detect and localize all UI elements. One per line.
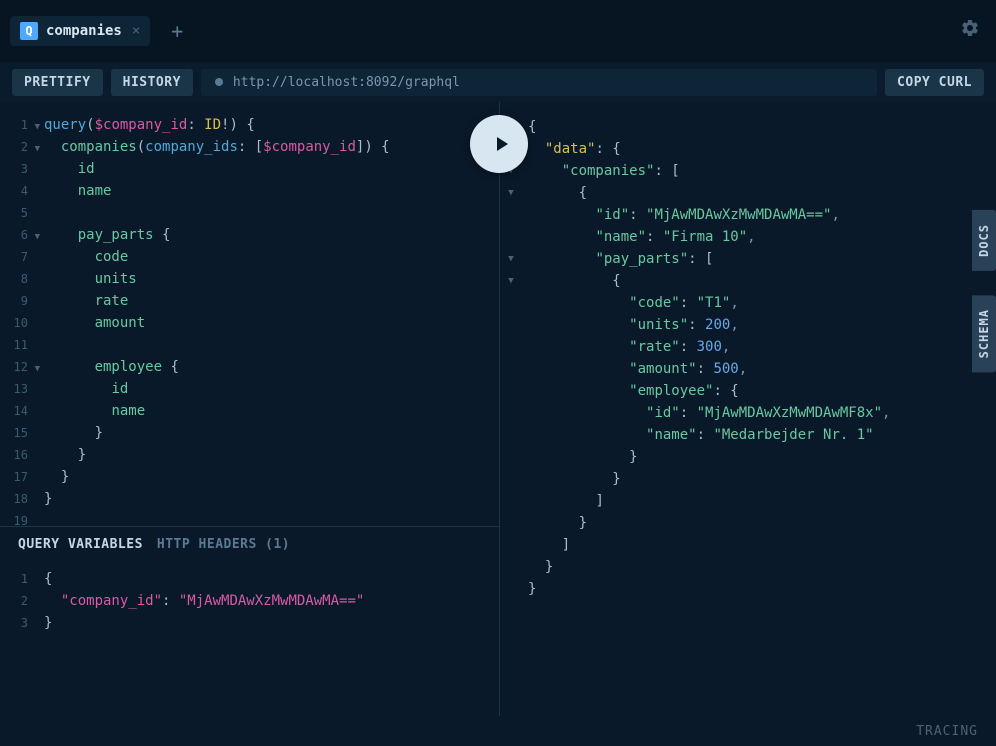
result-line: "code": "T1", xyxy=(504,292,996,314)
result-line: ▼ "companies": [ xyxy=(504,160,996,182)
result-line: "id": "MjAwMDAwXzMwMDAwMA==", xyxy=(504,204,996,226)
result-line: } xyxy=(504,512,996,534)
result-line: "employee": { xyxy=(504,380,996,402)
variables-editor[interactable]: 1{2 "company_id": "MjAwMDAwXzMwMDAwMA=="… xyxy=(0,562,499,640)
result-line: ▼ { xyxy=(504,270,996,292)
history-button[interactable]: HISTORY xyxy=(111,69,193,96)
code-line: 15 } xyxy=(0,422,499,444)
result-line: "rate": 300, xyxy=(504,336,996,358)
result-line: } xyxy=(504,578,996,600)
result-line: } xyxy=(504,446,996,468)
variables-tabs: QUERY VARIABLES HTTP HEADERS (1) xyxy=(0,527,499,562)
tab-companies[interactable]: Q companies × xyxy=(10,16,150,46)
code-line: 9 rate xyxy=(0,290,499,312)
play-icon xyxy=(489,132,513,156)
code-line: 2 "company_id": "MjAwMDAwXzMwMDAwMA==" xyxy=(0,590,499,612)
code-line: 4 name xyxy=(0,180,499,202)
result-line: } xyxy=(504,468,996,490)
code-line: 3} xyxy=(0,612,499,634)
prettify-button[interactable]: PRETTIFY xyxy=(12,69,103,96)
code-line: 8 units xyxy=(0,268,499,290)
result-line: "name": "Firma 10", xyxy=(504,226,996,248)
status-dot-icon xyxy=(215,78,223,86)
result-line: ▼{ xyxy=(504,116,996,138)
result-line: "units": 200, xyxy=(504,314,996,336)
code-line: 16 } xyxy=(0,444,499,466)
tab-title: companies xyxy=(46,23,122,39)
result-line: ▼ "data": { xyxy=(504,138,996,160)
left-pane: 1▼query($company_id: ID!) {2▼ companies(… xyxy=(0,102,500,716)
result-line: "amount": 500, xyxy=(504,358,996,380)
tracing-button[interactable]: TRACING xyxy=(916,724,978,739)
result-line: } xyxy=(504,556,996,578)
side-handles: DOCS SCHEMA xyxy=(972,210,996,372)
code-line: 7 code xyxy=(0,246,499,268)
code-line: 10 amount xyxy=(0,312,499,334)
code-line: 6▼ pay_parts { xyxy=(0,224,499,246)
code-line: 12▼ employee { xyxy=(0,356,499,378)
add-tab-button[interactable]: + xyxy=(162,16,192,46)
result-line: ▼ "pay_parts": [ xyxy=(504,248,996,270)
code-line: 17 } xyxy=(0,466,499,488)
code-line: 18} xyxy=(0,488,499,510)
tab-http-headers[interactable]: HTTP HEADERS (1) xyxy=(157,537,290,552)
result-line: ] xyxy=(504,534,996,556)
gear-icon[interactable] xyxy=(960,18,980,44)
code-line: 14 name xyxy=(0,400,499,422)
docs-handle[interactable]: DOCS xyxy=(972,210,996,271)
footer: TRACING xyxy=(0,716,996,746)
variables-pane: QUERY VARIABLES HTTP HEADERS (1) 1{2 "co… xyxy=(0,526,499,716)
close-icon[interactable]: × xyxy=(132,23,140,39)
result-line: ▼ { xyxy=(504,182,996,204)
endpoint-input[interactable]: http://localhost:8092/graphql xyxy=(201,69,877,96)
copy-curl-button[interactable]: COPY CURL xyxy=(885,69,984,96)
code-line: 1{ xyxy=(0,568,499,590)
code-line: 19 xyxy=(0,510,499,526)
tab-bar: Q companies × + xyxy=(0,0,996,62)
main-area: 1▼query($company_id: ID!) {2▼ companies(… xyxy=(0,102,996,716)
code-line: 5 xyxy=(0,202,499,224)
result-line: "name": "Medarbejder Nr. 1" xyxy=(504,424,996,446)
result-line: "id": "MjAwMDAwXzMwMDAwMF8x", xyxy=(504,402,996,424)
query-editor[interactable]: 1▼query($company_id: ID!) {2▼ companies(… xyxy=(0,102,499,526)
result-line: ] xyxy=(504,490,996,512)
code-line: 2▼ companies(company_ids: [$company_id])… xyxy=(0,136,499,158)
result-pane[interactable]: ▼{▼ "data": {▼ "companies": [▼ { "id": "… xyxy=(500,102,996,716)
code-line: 11 xyxy=(0,334,499,356)
query-badge-icon: Q xyxy=(20,22,38,40)
endpoint-url: http://localhost:8092/graphql xyxy=(233,75,460,90)
schema-handle[interactable]: SCHEMA xyxy=(972,295,996,372)
run-button[interactable] xyxy=(470,115,528,173)
code-line: 13 id xyxy=(0,378,499,400)
code-line: 3 id xyxy=(0,158,499,180)
tab-query-variables[interactable]: QUERY VARIABLES xyxy=(18,537,143,552)
toolbar: PRETTIFY HISTORY http://localhost:8092/g… xyxy=(0,62,996,102)
code-line: 1▼query($company_id: ID!) { xyxy=(0,114,499,136)
